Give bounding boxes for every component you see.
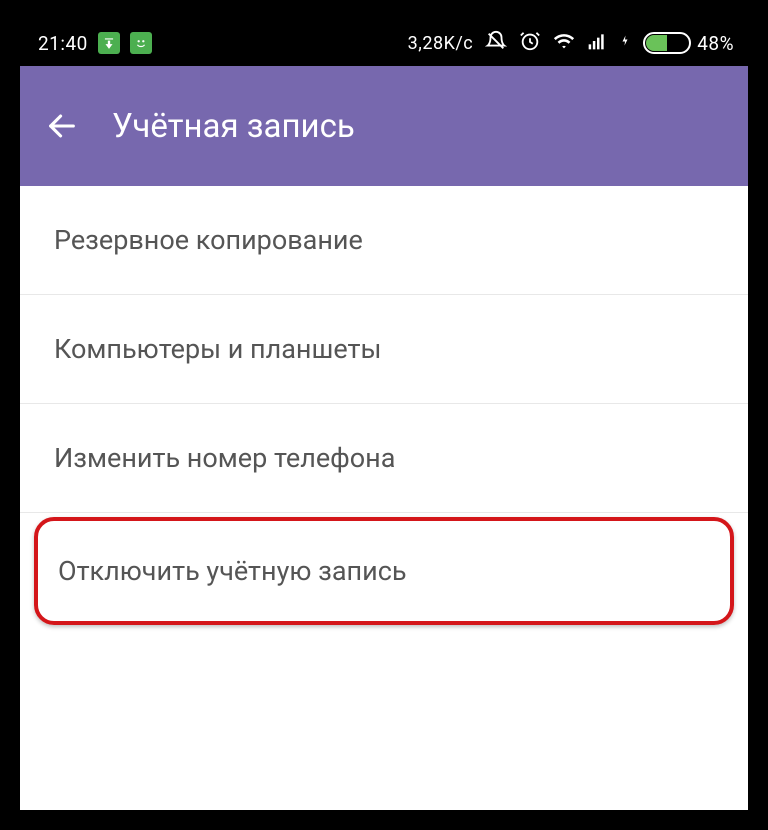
settings-item-change-phone[interactable]: Изменить номер телефона [20, 404, 748, 513]
back-button[interactable] [42, 106, 82, 146]
battery-percent: 48% [697, 32, 734, 55]
settings-item-label: Изменить номер телефона [54, 442, 395, 474]
battery-indicator: 48% [643, 32, 734, 55]
download-icon [98, 32, 120, 54]
settings-item-label: Резервное копирование [54, 224, 363, 256]
signal-icon [587, 31, 607, 56]
alarm-icon [519, 30, 541, 57]
status-clock: 21:40 [38, 32, 88, 55]
settings-item-computers-tablets[interactable]: Компьютеры и планшеты [20, 295, 748, 404]
status-left: 21:40 [38, 32, 152, 55]
status-bar: 21:40 3,28K/c [20, 20, 748, 66]
battery-icon [643, 32, 691, 54]
page-title: Учётная запись [112, 107, 355, 146]
status-right: 3,28K/c 48% [408, 30, 734, 57]
arrow-left-icon [45, 109, 79, 143]
settings-item-backup[interactable]: Резервное копирование [20, 186, 748, 295]
app-bar: Учётная запись [20, 66, 748, 186]
highlight-container: Отключить учётную запись [20, 513, 748, 625]
settings-list: Резервное копирование Компьютеры и планш… [20, 186, 748, 625]
app-notification-icon [130, 32, 152, 54]
network-speed: 3,28K/c [408, 33, 474, 54]
dnd-icon [485, 30, 507, 57]
device-frame: 21:40 3,28K/c [20, 20, 748, 810]
charging-icon [619, 31, 631, 56]
wifi-icon [553, 30, 575, 57]
settings-item-deactivate-account[interactable]: Отключить учётную запись [34, 517, 734, 625]
settings-item-label: Компьютеры и планшеты [54, 333, 381, 365]
settings-item-label: Отключить учётную запись [58, 555, 406, 587]
